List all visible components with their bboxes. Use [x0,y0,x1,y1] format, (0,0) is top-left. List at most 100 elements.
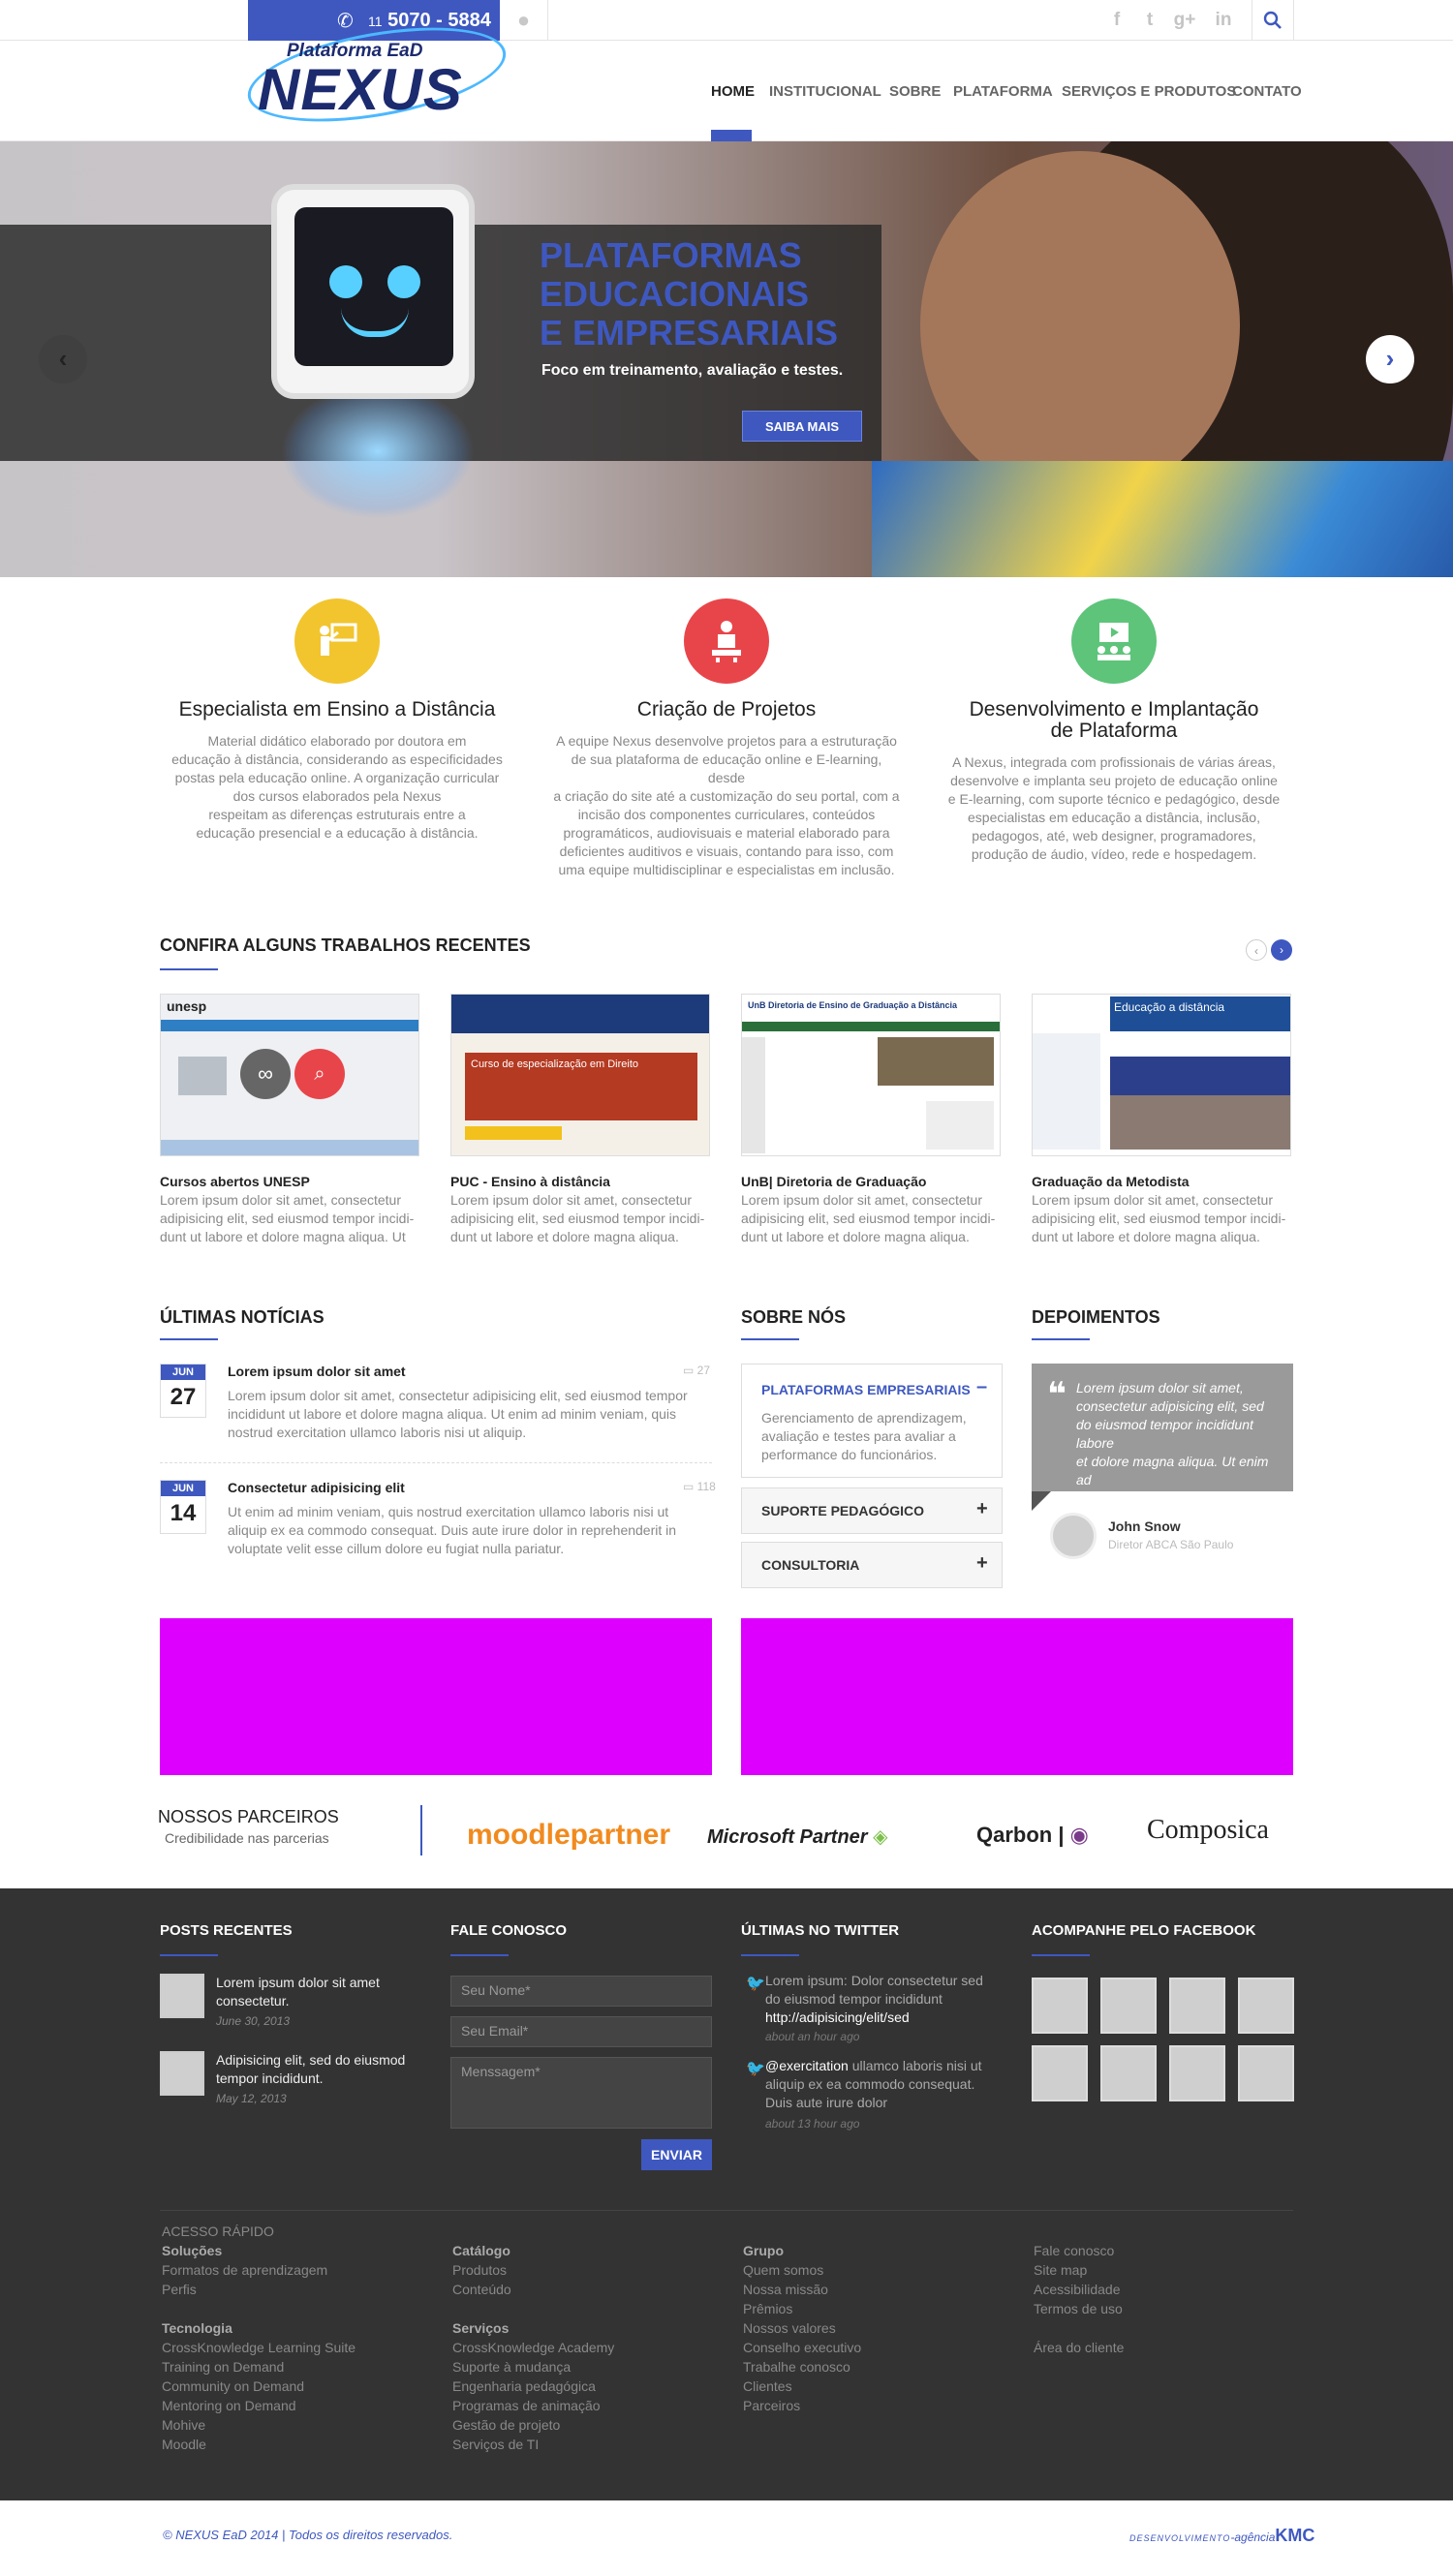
footer-link[interactable]: Formatos de aprendizagem [162,2260,356,2280]
footer-link[interactable]: Gestão de projeto [452,2415,614,2435]
work-title[interactable]: Cursos abertos UNESP [160,1174,310,1189]
post-title[interactable]: Lorem ipsum dolor sit amet consectetur. [216,1974,419,2010]
link-icon[interactable]: ∞ [240,1049,291,1099]
footer-link[interactable]: Programas de animação [452,2396,614,2415]
facebook-thumbnail[interactable] [1238,1978,1294,2034]
footer-link[interactable]: Clientes [743,2377,861,2396]
works-prev-icon[interactable]: ‹ [1246,939,1267,961]
work-title[interactable]: Graduação da Metodista [1032,1174,1190,1189]
expand-icon[interactable]: + [976,1498,988,1520]
google-plus-icon[interactable]: g+ [1166,0,1203,41]
accordion-open-item[interactable]: PLATAFORMAS EMPRESARIAIS – Gerenciamento… [741,1364,1003,1478]
accordion-title[interactable]: CONSULTORIA [761,1557,859,1573]
post-thumbnail[interactable] [160,2051,204,2096]
footer-link[interactable]: Mentoring on Demand [162,2396,356,2415]
news-item[interactable]: JUN 14 Consectetur adipisicing elit ▭ 118… [160,1480,716,1577]
search-icon[interactable] [1252,0,1294,41]
zoom-icon[interactable]: ⌕ [294,1049,345,1099]
facebook-icon[interactable]: f [1098,0,1135,41]
news-title-link[interactable]: Lorem ipsum dolor sit amet [228,1364,406,1379]
footer-link[interactable]: Serviços de TI [452,2435,614,2454]
footer-link[interactable]: Quem somos [743,2260,861,2280]
qarbon-logo[interactable]: Qarbon | ◉ [976,1823,1089,1848]
work-title[interactable]: UnB| Diretoria de Graduação [741,1174,926,1189]
recent-post[interactable]: Lorem ipsum dolor sit amet consectetur. J… [160,1974,421,2032]
footer-link-heading[interactable]: Grupo [743,2241,861,2260]
moodle-partner-logo[interactable]: moodlepartner [467,1819,670,1852]
footer-link[interactable]: Perfis [162,2280,356,2299]
footer-link[interactable]: CrossKnowledge Learning Suite [162,2338,356,2357]
nav-home[interactable]: HOME [711,83,755,100]
work-thumbnail[interactable]: Educação a distância [1032,994,1291,1156]
tweet-link[interactable]: http://adipisicing/elit/sed [765,2009,910,2025]
twitter-icon[interactable]: t [1131,0,1168,41]
footer-link-heading[interactable]: Catálogo [452,2241,614,2260]
accordion-item[interactable]: CONSULTORIA + [741,1542,1003,1588]
accordion-item[interactable]: SUPORTE PEDAGÓGICO + [741,1487,1003,1534]
name-field[interactable]: Seu Nome* [450,1976,712,2007]
work-thumbnail[interactable]: UnB Diretoria de Ensino de Graduação a D… [741,994,1001,1156]
footer-link[interactable]: Conteúdo [452,2280,614,2299]
news-title-link[interactable]: Consectetur adipisicing elit [228,1480,405,1495]
linkedin-icon[interactable]: in [1205,0,1242,41]
saiba-mais-button[interactable]: SAIBA MAIS [742,411,862,442]
footer-link-heading[interactable]: Serviços [452,2318,614,2338]
facebook-thumbnail[interactable] [1032,2045,1088,2101]
recent-post[interactable]: Adipisicing elit, sed do eiusmod tempor i… [160,2051,421,2109]
footer-link[interactable]: CrossKnowledge Academy [452,2338,614,2357]
footer-link-heading[interactable]: Tecnologia [162,2318,356,2338]
footer-link[interactable]: Produtos [452,2260,614,2280]
footer-link[interactable]: Prêmios [743,2299,861,2318]
expand-icon[interactable]: + [976,1552,988,1575]
banner-placeholder-right[interactable] [741,1618,1293,1775]
microsoft-partner-logo[interactable]: Microsoft Partner ◈ [707,1825,888,1849]
footer-link[interactable]: Training on Demand [162,2357,356,2377]
facebook-thumbnail[interactable] [1169,2045,1225,2101]
news-item[interactable]: JUN 27 Lorem ipsum dolor sit amet ▭ 27 Lo… [160,1364,712,1463]
collapse-icon[interactable]: – [976,1376,987,1398]
post-title[interactable]: Adipisicing elit, sed do eiusmod tempor i… [216,2051,419,2088]
accordion-title[interactable]: PLATAFORMAS EMPRESARIAIS [761,1382,971,1397]
footer-link[interactable]: Suporte à mudança [452,2357,614,2377]
message-field[interactable]: Menssagem* [450,2057,712,2129]
composica-logo[interactable]: Composica [1147,1815,1269,1846]
logo[interactable]: Plataforma EaD NEXUS [240,11,513,138]
footer-link[interactable]: Área do cliente [1034,2338,1124,2357]
slider-next-icon[interactable]: › [1366,335,1414,383]
facebook-thumbnail[interactable] [1238,2045,1294,2101]
footer-link[interactable]: Moodle [162,2435,356,2454]
footer-link[interactable]: Trabalhe conosco [743,2357,861,2377]
work-title[interactable]: PUC - Ensino à distância [450,1174,610,1189]
footer-link[interactable]: Site map [1034,2260,1124,2280]
footer-link-heading[interactable]: Soluções [162,2241,356,2260]
email-field[interactable]: Seu Email* [450,2016,712,2047]
footer-link[interactable]: Fale conosco [1034,2241,1124,2260]
accordion-title[interactable]: SUPORTE PEDAGÓGICO [761,1503,924,1518]
post-thumbnail[interactable] [160,1974,204,2018]
facebook-thumbnail[interactable] [1032,1978,1088,2034]
work-thumbnail[interactable]: Curso de especialização em Direito [450,994,710,1156]
nav-plataforma[interactable]: PLATAFORMA [953,83,1053,100]
nav-contato[interactable]: CONTATO [1232,83,1302,100]
footer-link[interactable]: Parceiros [743,2396,861,2415]
facebook-thumbnail[interactable] [1169,1978,1225,2034]
footer-link[interactable]: Acessibilidade [1034,2280,1124,2299]
send-button[interactable]: ENVIAR [641,2139,712,2170]
footer-link[interactable]: Mohive [162,2415,356,2435]
footer-link[interactable]: Nossos valores [743,2318,861,2338]
works-next-icon[interactable]: › [1271,939,1292,961]
footer-link[interactable]: Conselho executivo [743,2338,861,2357]
footer-link[interactable]: Engenharia pedagógica [452,2377,614,2396]
footer-link[interactable]: Community on Demand [162,2377,356,2396]
facebook-thumbnail[interactable] [1100,2045,1157,2101]
nav-servicos[interactable]: SERVIÇOS E PRODUTOS [1062,83,1236,100]
nav-institucional[interactable]: INSTITUCIONAL [769,83,881,100]
footer-link[interactable]: Termos de uso [1034,2299,1124,2318]
facebook-thumbnail[interactable] [1100,1978,1157,2034]
slider-prev-icon[interactable]: ‹ [39,335,87,383]
banner-placeholder-left[interactable] [160,1618,712,1775]
work-thumbnail[interactable]: unesp ∞ ⌕ [160,994,419,1156]
footer-link[interactable]: Nossa missão [743,2280,861,2299]
nav-sobre[interactable]: SOBRE [889,83,941,100]
tweet-handle[interactable]: @exercitation [765,2058,849,2073]
